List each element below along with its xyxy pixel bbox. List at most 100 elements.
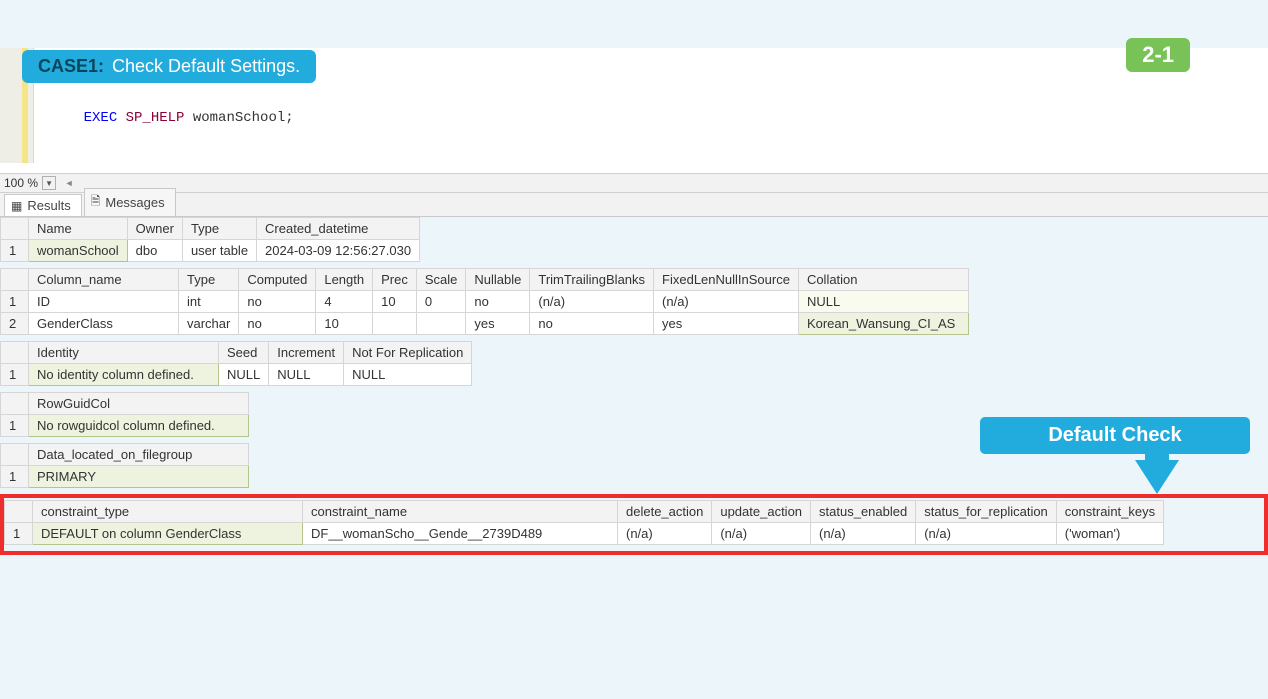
scroll-left-icon[interactable]: ◄ xyxy=(62,176,76,190)
cell[interactable]: 10 xyxy=(373,291,417,313)
tab-messages-label: Messages xyxy=(105,195,164,210)
col-identity[interactable]: Identity xyxy=(29,342,219,364)
cell[interactable]: DEFAULT on column GenderClass xyxy=(33,523,303,545)
cell[interactable]: NULL xyxy=(219,364,269,386)
cell[interactable]: no xyxy=(530,313,654,335)
grid-filegroup[interactable]: Data_located_on_filegroup 1 PRIMARY xyxy=(0,443,249,488)
tab-messages[interactable]: 🗎 Messages xyxy=(84,188,176,216)
table-row[interactable]: 2 GenderClass varchar no 10 yes no yes K… xyxy=(1,313,969,335)
cell[interactable]: NULL xyxy=(344,364,472,386)
col-type[interactable]: Type xyxy=(182,218,256,240)
cell[interactable]: no xyxy=(239,291,316,313)
zoom-percent: 100 % xyxy=(4,176,38,190)
table-row[interactable]: 1 No rowguidcol column defined. xyxy=(1,415,249,437)
grid-object-info[interactable]: Name Owner Type Created_datetime 1 woman… xyxy=(0,217,420,262)
col-increment[interactable]: Increment xyxy=(269,342,344,364)
col-name[interactable]: Name xyxy=(29,218,128,240)
cell[interactable]: No rowguidcol column defined. xyxy=(29,415,249,437)
col-nullable[interactable]: Nullable xyxy=(466,269,530,291)
cell[interactable]: PRIMARY xyxy=(29,466,249,488)
cell[interactable]: 10 xyxy=(316,313,373,335)
row-number[interactable]: 2 xyxy=(1,313,29,335)
cell[interactable]: 0 xyxy=(416,291,466,313)
col-update-action[interactable]: update_action xyxy=(712,501,811,523)
callout-label: Default Check xyxy=(980,417,1250,454)
cell[interactable]: ID xyxy=(29,291,179,313)
col-collation[interactable]: Collation xyxy=(798,269,968,291)
grid-columns[interactable]: Column_name Type Computed Length Prec Sc… xyxy=(0,268,969,335)
cell[interactable]: GenderClass xyxy=(29,313,179,335)
col-trimtrailing[interactable]: TrimTrailingBlanks xyxy=(530,269,654,291)
cell-type[interactable]: user table xyxy=(182,240,256,262)
col-length[interactable]: Length xyxy=(316,269,373,291)
col-fixedlennull[interactable]: FixedLenNullInSource xyxy=(654,269,799,291)
table-row[interactable]: 1 womanSchool dbo user table 2024-03-09 … xyxy=(1,240,420,262)
col-prec[interactable]: Prec xyxy=(373,269,417,291)
col-computed[interactable]: Computed xyxy=(239,269,316,291)
cell[interactable]: (n/a) xyxy=(916,523,1057,545)
cell[interactable]: (n/a) xyxy=(654,291,799,313)
row-number[interactable]: 1 xyxy=(1,240,29,262)
grid-constraints[interactable]: constraint_type constraint_name delete_a… xyxy=(4,500,1164,545)
cell[interactable]: NULL xyxy=(269,364,344,386)
col-seed[interactable]: Seed xyxy=(219,342,269,364)
cell[interactable]: varchar xyxy=(179,313,239,335)
cell[interactable]: DF__womanScho__Gende__2739D489 xyxy=(303,523,618,545)
cell[interactable]: (n/a) xyxy=(811,523,916,545)
cell[interactable]: int xyxy=(179,291,239,313)
grid-identity[interactable]: Identity Seed Increment Not For Replicat… xyxy=(0,341,472,386)
table-row[interactable]: 1 PRIMARY xyxy=(1,466,249,488)
col-filegroup[interactable]: Data_located_on_filegroup xyxy=(29,444,249,466)
cell-owner[interactable]: dbo xyxy=(127,240,182,262)
cell[interactable] xyxy=(373,313,417,335)
row-number[interactable]: 1 xyxy=(5,523,33,545)
row-number[interactable]: 1 xyxy=(1,364,29,386)
cell[interactable] xyxy=(416,313,466,335)
row-number[interactable]: 1 xyxy=(1,291,29,313)
col-created[interactable]: Created_datetime xyxy=(257,218,420,240)
cell[interactable]: 4 xyxy=(316,291,373,313)
cell[interactable]: yes xyxy=(466,313,530,335)
row-header-blank xyxy=(1,342,29,364)
row-number[interactable]: 1 xyxy=(1,466,29,488)
cell[interactable]: (n/a) xyxy=(530,291,654,313)
col-notforrepl[interactable]: Not For Replication xyxy=(344,342,472,364)
cell[interactable]: (n/a) xyxy=(618,523,712,545)
table-row[interactable]: 1 DEFAULT on column GenderClass DF__woma… xyxy=(5,523,1164,545)
case-banner: CASE1: Check Default Settings. xyxy=(22,50,316,83)
col-constraint-type[interactable]: constraint_type xyxy=(33,501,303,523)
col-scale[interactable]: Scale xyxy=(416,269,466,291)
zoom-dropdown[interactable]: ▼ xyxy=(42,176,56,190)
col-column-name[interactable]: Column_name xyxy=(29,269,179,291)
row-number[interactable]: 1 xyxy=(1,415,29,437)
keyword-sphelp: SP_HELP xyxy=(126,110,185,126)
col-constraint-name[interactable]: constraint_name xyxy=(303,501,618,523)
cell-name[interactable]: womanSchool xyxy=(29,240,128,262)
cell[interactable]: NULL xyxy=(798,291,968,313)
cell[interactable]: No identity column defined. xyxy=(29,364,219,386)
table-row[interactable]: 1 No identity column defined. NULL NULL … xyxy=(1,364,472,386)
col-status-for-repl[interactable]: status_for_replication xyxy=(916,501,1057,523)
zoom-bar: 100 % ▼ ◄ xyxy=(0,173,1268,193)
messages-icon: 🗎 xyxy=(91,192,101,213)
col-col-type[interactable]: Type xyxy=(179,269,239,291)
col-owner[interactable]: Owner xyxy=(127,218,182,240)
sql-code-line[interactable]: EXEC SP_HELP womanSchool; xyxy=(50,94,294,142)
cell[interactable]: yes xyxy=(654,313,799,335)
constraint-highlight-box: constraint_type constraint_name delete_a… xyxy=(0,494,1268,555)
col-constraint-keys[interactable]: constraint_keys xyxy=(1056,501,1163,523)
col-status-enabled[interactable]: status_enabled xyxy=(811,501,916,523)
cell[interactable]: ('woman') xyxy=(1056,523,1163,545)
cell[interactable]: no xyxy=(466,291,530,313)
col-delete-action[interactable]: delete_action xyxy=(618,501,712,523)
cell[interactable]: no xyxy=(239,313,316,335)
cell[interactable]: Korean_Wansung_CI_AS xyxy=(798,313,968,335)
table-row[interactable]: 1 ID int no 4 10 0 no (n/a) (n/a) NULL xyxy=(1,291,969,313)
col-rowguid[interactable]: RowGuidCol xyxy=(29,393,249,415)
cell[interactable]: (n/a) xyxy=(712,523,811,545)
results-tabs: ▦ Results 🗎 Messages xyxy=(0,193,1268,217)
results-pane[interactable]: Name Owner Type Created_datetime 1 woman… xyxy=(0,217,1268,699)
tab-results[interactable]: ▦ Results xyxy=(4,194,82,216)
grid-rowguid[interactable]: RowGuidCol 1 No rowguidcol column define… xyxy=(0,392,249,437)
cell-created[interactable]: 2024-03-09 12:56:27.030 xyxy=(257,240,420,262)
